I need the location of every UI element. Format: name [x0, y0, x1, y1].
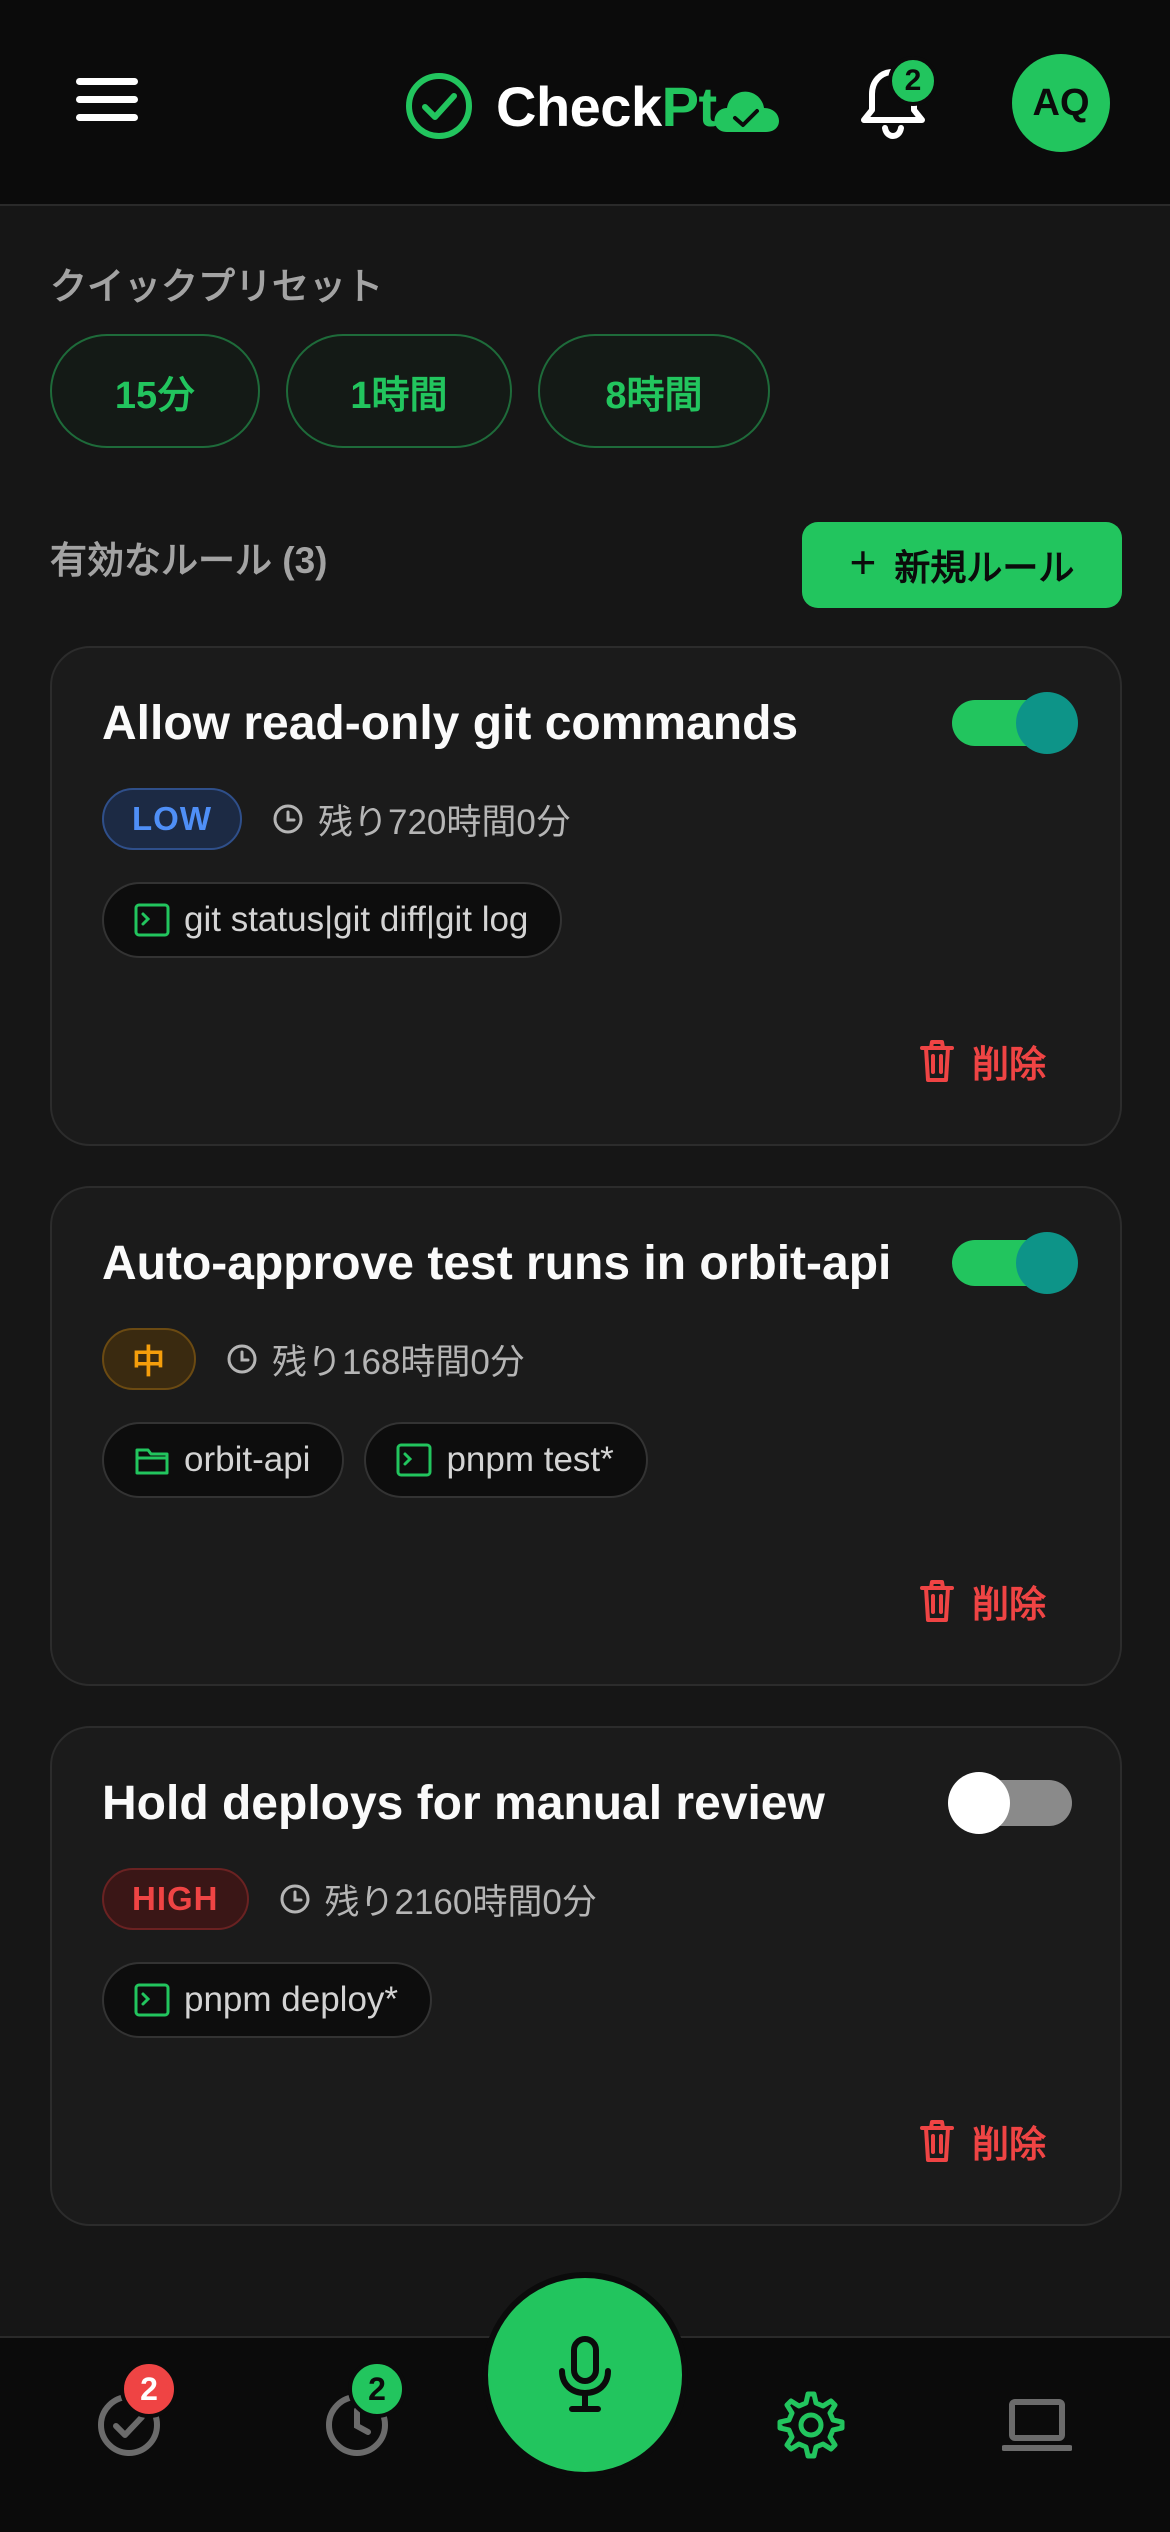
- notification-count-badge: 2: [888, 56, 938, 106]
- rule-title: Allow read-only git commands: [102, 697, 799, 750]
- plus-icon: +: [849, 536, 877, 588]
- trash-icon: [920, 1040, 954, 1082]
- app-header: CheckPt 2 AQ: [0, 0, 1170, 206]
- active-rules-label: 有効なルール (3): [50, 540, 328, 581]
- nav-devices[interactable]: [1001, 2390, 1082, 2470]
- toggle-knob: [948, 1772, 1010, 1834]
- voice-input-button[interactable]: [482, 2272, 688, 2478]
- delete-button[interactable]: 削除: [918, 2114, 1046, 2168]
- chip-text: orbit-api: [184, 1440, 311, 1479]
- check-circle-icon: [406, 73, 472, 139]
- command-chip: pnpm test*: [364, 1422, 648, 1498]
- clock-icon: [280, 1884, 309, 1914]
- rule-card: Allow read-only git commands LOW 残り720時間…: [50, 646, 1122, 1146]
- remaining-time: 残り168時間0分: [272, 1342, 525, 1382]
- brand-name: CheckPt: [496, 74, 717, 139]
- rule-card: Auto-approve test runs in orbit-api 中 残り…: [50, 1186, 1122, 1686]
- risk-badge: 中: [102, 1328, 196, 1390]
- nav-history[interactable]: 2: [322, 2360, 406, 2470]
- rule-title: Hold deploys for manual review: [102, 1777, 825, 1830]
- rule-enabled-toggle[interactable]: [952, 1232, 1078, 1294]
- chip-text: git status|git diff|git log: [184, 900, 529, 939]
- terminal-icon: [396, 1443, 432, 1477]
- new-rule-button[interactable]: + 新規ルール: [802, 522, 1122, 608]
- folder-icon: [135, 1448, 169, 1475]
- terminal-icon: [134, 1983, 170, 2017]
- history-badge: 2: [348, 2360, 406, 2418]
- brand-logo: CheckPt: [404, 66, 781, 146]
- cloud-check-icon: [714, 91, 779, 132]
- notifications-button[interactable]: 2: [858, 56, 938, 144]
- avatar[interactable]: AQ: [1012, 54, 1110, 152]
- remaining-time: 残り720時間0分: [317, 802, 571, 842]
- command-chip: pnpm deploy*: [102, 1962, 433, 2038]
- project-chip: orbit-api: [102, 1422, 345, 1498]
- trash-icon: [920, 2120, 954, 2162]
- risk-badge: LOW: [102, 788, 242, 850]
- clock-icon: [273, 804, 303, 834]
- toggle-knob: [1016, 692, 1078, 754]
- delete-label: 削除: [972, 2124, 1046, 2165]
- command-chip: git status|git diff|git log: [102, 882, 563, 958]
- brand-part-pt: Pt: [661, 74, 718, 138]
- menu-button[interactable]: [76, 78, 138, 124]
- brand-part-check: Check: [496, 74, 662, 138]
- delete-button[interactable]: 削除: [918, 1574, 1046, 1628]
- delete-label: 削除: [972, 1584, 1046, 1625]
- rule-title: Auto-approve test runs in orbit-api: [102, 1237, 892, 1290]
- hamburger-icon: [76, 78, 138, 85]
- clock-icon: [227, 1344, 257, 1374]
- delete-label: 削除: [972, 1044, 1046, 1085]
- rule-enabled-toggle[interactable]: [952, 692, 1078, 754]
- new-rule-label: 新規ルール: [894, 547, 1075, 588]
- risk-badge: HIGH: [102, 1868, 249, 1930]
- chip-text: pnpm deploy*: [184, 1980, 399, 2019]
- chip-text: pnpm test*: [446, 1440, 614, 1479]
- microphone-icon: [559, 2336, 611, 2412]
- remaining-time: 残り2160時間0分: [324, 1882, 597, 1922]
- laptop-icon: [1001, 2399, 1073, 2451]
- nav-settings[interactable]: [776, 2390, 856, 2470]
- terminal-icon: [134, 903, 170, 937]
- preset-15min-button[interactable]: 15分: [50, 334, 260, 448]
- rule-enabled-toggle[interactable]: [948, 1772, 1072, 1834]
- approvals-badge: 2: [120, 2360, 178, 2418]
- preset-8hour-button[interactable]: 8時間: [538, 334, 770, 448]
- delete-button[interactable]: 削除: [918, 1034, 1046, 1088]
- gear-icon: [777, 2391, 845, 2459]
- trash-icon: [920, 1580, 954, 1622]
- presets-label: クイックプリセット: [50, 266, 383, 307]
- toggle-knob: [1016, 1232, 1078, 1294]
- preset-1hour-button[interactable]: 1時間: [286, 334, 512, 448]
- rule-card: Hold deploys for manual review HIGH 残り21…: [50, 1726, 1122, 2226]
- nav-approvals[interactable]: 2: [94, 2360, 178, 2470]
